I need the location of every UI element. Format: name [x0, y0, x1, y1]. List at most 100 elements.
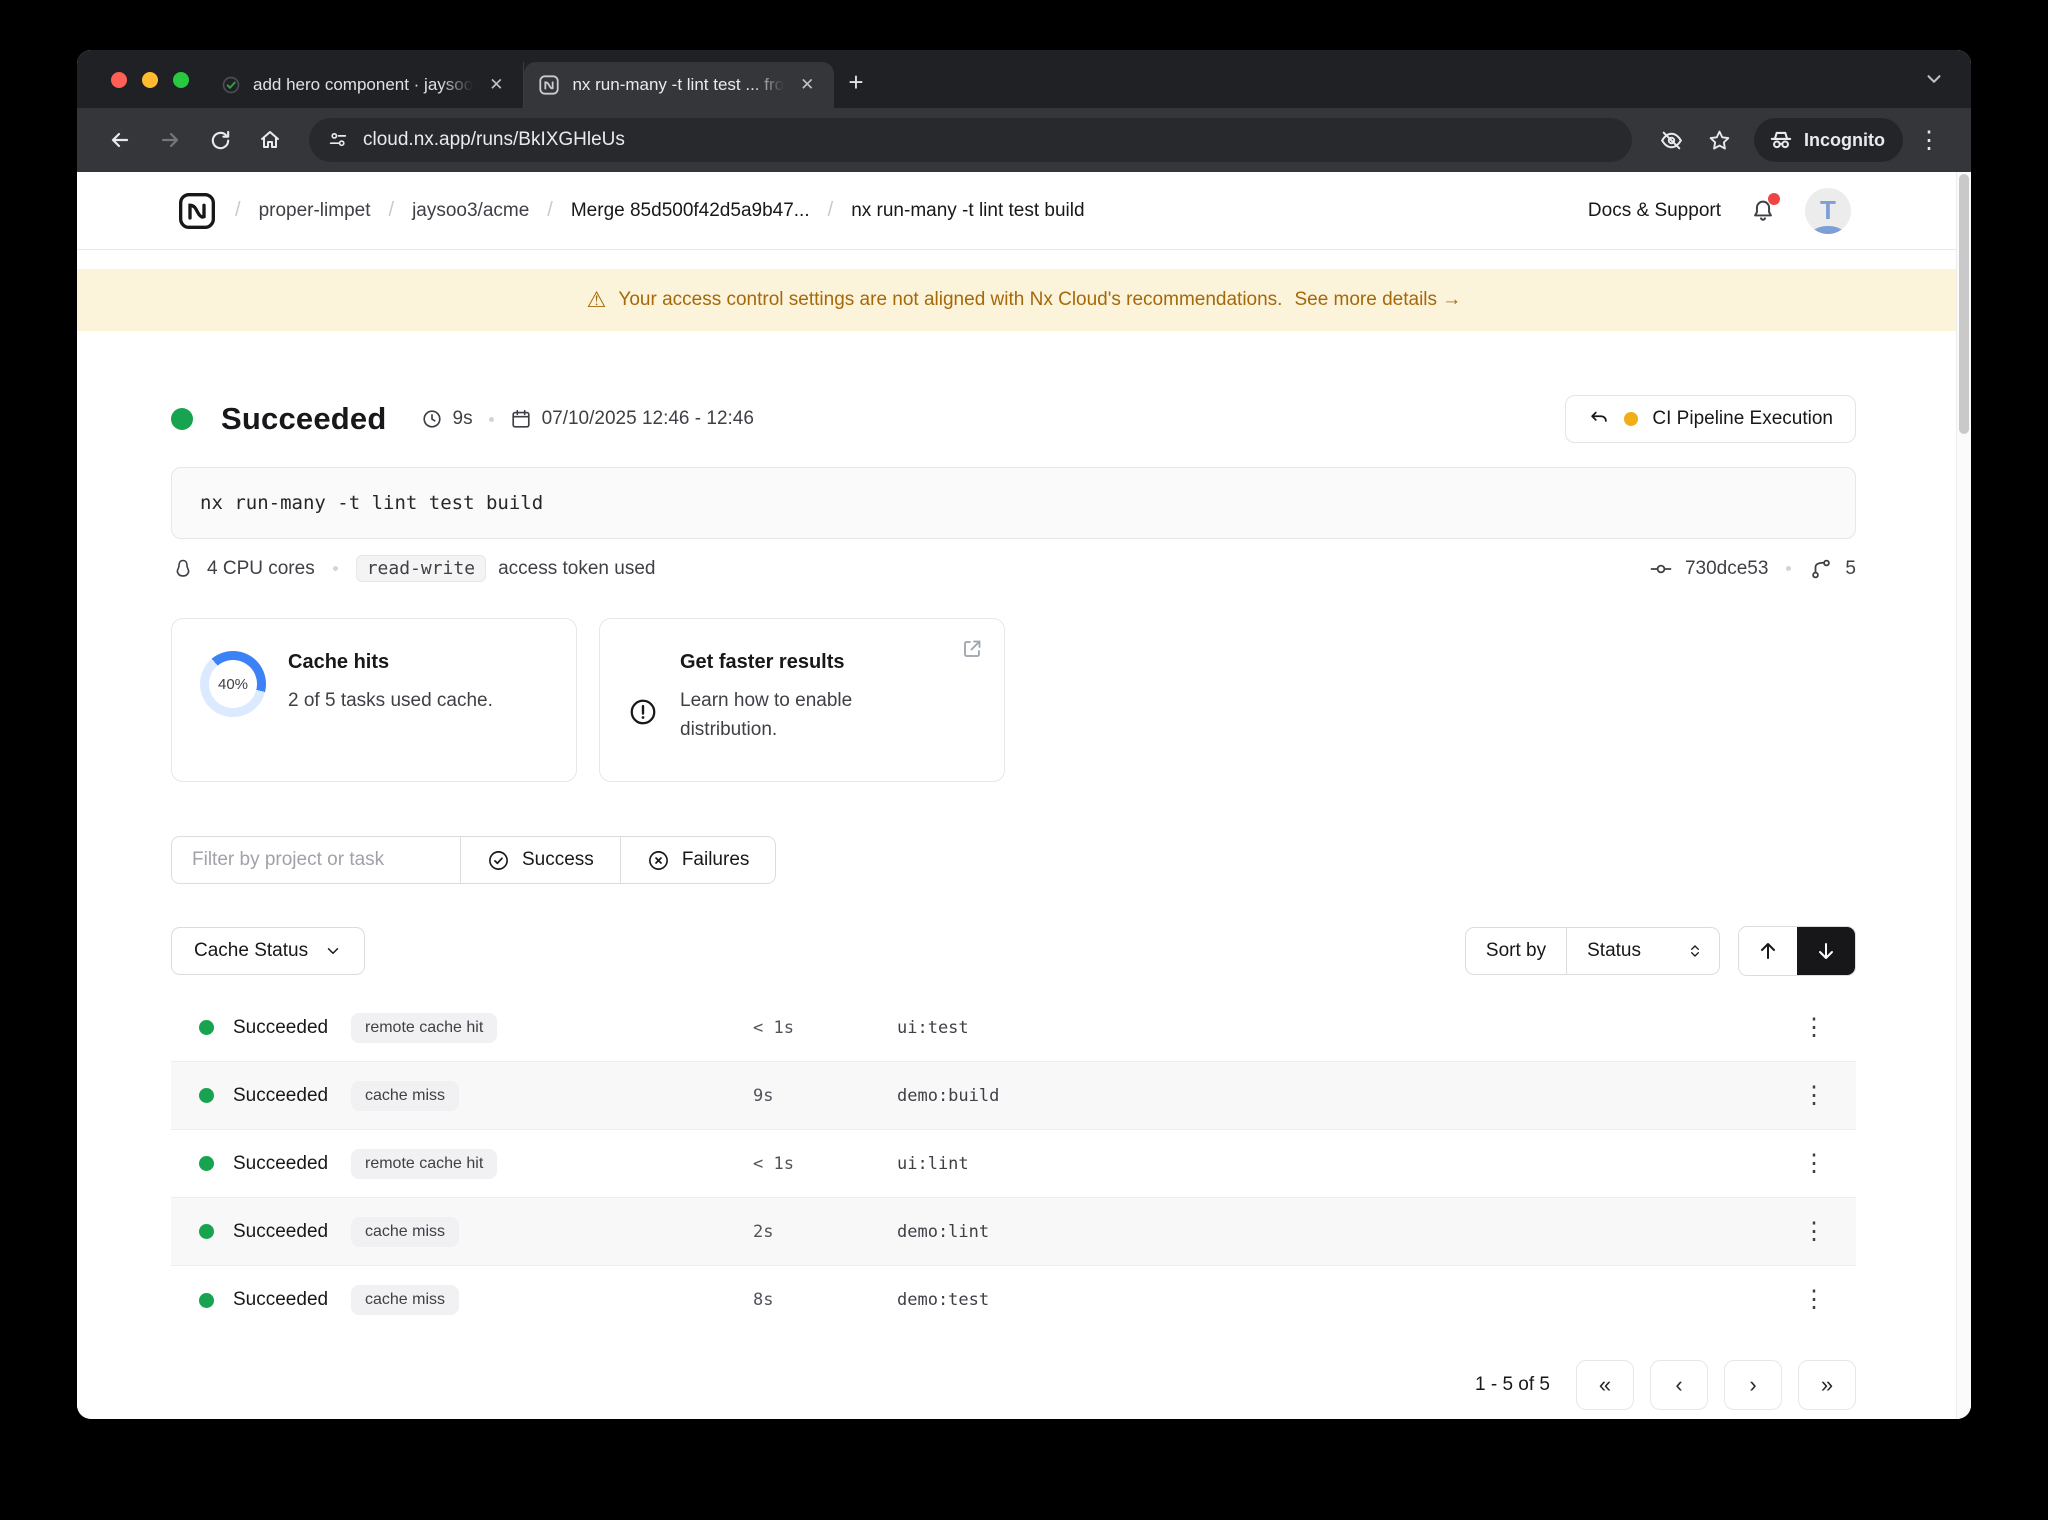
cache-badge: cache miss: [351, 1216, 460, 1247]
browser-menu-button[interactable]: ⋮: [1909, 126, 1949, 155]
browser-toolbar: cloud.nx.app/runs/BkIXGHleUs Incognito ⋮: [77, 108, 1971, 172]
close-tab-icon[interactable]: ✕: [796, 73, 818, 97]
breadcrumb-repo[interactable]: jaysoo3/acme: [412, 200, 529, 222]
url-bar[interactable]: cloud.nx.app/runs/BkIXGHleUs: [309, 118, 1633, 162]
window-controls[interactable]: [111, 72, 189, 88]
row-task[interactable]: demo:build: [897, 1086, 999, 1106]
row-task[interactable]: demo:lint: [897, 1222, 989, 1242]
task-filter-group: Success Failures: [171, 836, 777, 884]
clock-icon: [422, 410, 441, 428]
avatar-initial: T: [1820, 195, 1836, 225]
url-text[interactable]: cloud.nx.app/runs/BkIXGHleUs: [363, 129, 625, 151]
bookmark-star-icon[interactable]: [1698, 119, 1740, 161]
minimize-window-button[interactable]: [142, 72, 158, 88]
scrollbar-thumb[interactable]: [1959, 174, 1969, 434]
prev-page-button[interactable]: ‹: [1650, 1360, 1708, 1410]
back-button[interactable]: [99, 119, 141, 161]
filter-failures-button[interactable]: Failures: [619, 837, 776, 883]
sort-field-select[interactable]: Status: [1566, 928, 1719, 974]
table-row[interactable]: Succeeded cache miss 9s demo:build ⋮: [171, 1062, 1856, 1130]
run-date-range: 07/10/2025 12:46 - 12:46: [541, 408, 754, 429]
table-row[interactable]: Succeeded remote cache hit < 1s ui:test …: [171, 994, 1856, 1062]
table-row[interactable]: Succeeded cache miss 2s demo:lint ⋮: [171, 1198, 1856, 1266]
filter-success-button[interactable]: Success: [460, 837, 620, 883]
calendar-icon: [511, 409, 530, 428]
sort-direction-toggle: [1738, 926, 1856, 976]
incognito-icon: [1770, 131, 1792, 149]
first-page-button[interactable]: «: [1576, 1360, 1634, 1410]
incognito-badge: Incognito: [1754, 118, 1903, 162]
page-content: / proper-limpet / jaysoo3/acme / Merge 8…: [77, 172, 1971, 1419]
warning-icon: ⚠: [586, 287, 607, 312]
sort-control: Sort by Status: [1464, 927, 1720, 975]
breadcrumb-workspace[interactable]: proper-limpet: [259, 200, 371, 222]
home-button[interactable]: [249, 119, 291, 161]
row-task[interactable]: ui:test: [897, 1018, 969, 1038]
cache-hits-donut: 40%: [200, 651, 266, 717]
sort-field-value: Status: [1587, 940, 1641, 961]
next-page-button[interactable]: ›: [1724, 1360, 1782, 1410]
commit-sha[interactable]: 730dce53: [1685, 558, 1768, 580]
tab-nx-run[interactable]: nx run-many -t lint test ... fro ✕: [524, 62, 835, 108]
filter-input[interactable]: [172, 837, 460, 883]
docs-support-link[interactable]: Docs & Support: [1588, 200, 1721, 222]
page-scrollbar[interactable]: [1956, 172, 1971, 1419]
row-menu-button[interactable]: ⋮: [1794, 1148, 1834, 1180]
row-menu-button[interactable]: ⋮: [1794, 1284, 1834, 1316]
eye-slash-icon[interactable]: [1650, 119, 1692, 161]
status-dot: [199, 1156, 214, 1171]
row-task[interactable]: demo:test: [897, 1290, 989, 1310]
sort-by-label: Sort by: [1485, 940, 1547, 961]
row-status: Succeeded: [233, 1016, 329, 1038]
commit-icon: [1650, 564, 1672, 573]
row-menu-button[interactable]: ⋮: [1794, 1012, 1834, 1044]
card-title: Cache hits: [288, 651, 390, 673]
browser-window: add hero component · jaysoo ✕ nx run-man…: [77, 50, 1971, 1419]
close-tab-icon[interactable]: ✕: [485, 73, 507, 97]
cache-status-dropdown[interactable]: Cache Status: [171, 927, 366, 975]
sort-ascending-button[interactable]: [1739, 927, 1797, 975]
branch-icon: [1812, 559, 1831, 578]
last-page-button[interactable]: »: [1798, 1360, 1856, 1410]
arrow-down-icon: [1819, 943, 1833, 959]
branch-count[interactable]: 5: [1845, 558, 1856, 580]
forward-button[interactable]: [149, 119, 191, 161]
table-row[interactable]: Succeeded remote cache hit < 1s ui:lint …: [171, 1130, 1856, 1198]
status-dot: [199, 1020, 214, 1035]
card-subtitle: 2 of 5 tasks used cache.: [288, 690, 493, 711]
run-meta-line: 4 CPU cores read-write access token used…: [171, 555, 1856, 582]
row-duration: 9s: [753, 1085, 774, 1106]
tab-pull-request[interactable]: add hero component · jaysoo ✕: [207, 62, 525, 108]
site-settings-icon[interactable]: [327, 129, 349, 151]
tab-search-button[interactable]: [1923, 68, 1945, 90]
close-window-button[interactable]: [111, 72, 127, 88]
row-duration: < 1s: [753, 1153, 794, 1174]
notifications-button[interactable]: [1749, 192, 1780, 225]
banner-message: Your access control settings are not ali…: [618, 289, 1283, 310]
row-menu-button[interactable]: ⋮: [1794, 1080, 1834, 1112]
row-task[interactable]: ui:lint: [897, 1154, 969, 1174]
banner-see-more-link[interactable]: See more details →: [1294, 289, 1461, 311]
nx-logo-icon[interactable]: [177, 191, 217, 231]
breadcrumb-separator: /: [388, 199, 395, 221]
status-dot: [199, 1224, 214, 1239]
table-row[interactable]: Succeeded cache miss 8s demo:test ⋮: [171, 1266, 1856, 1334]
maximize-window-button[interactable]: [173, 72, 189, 88]
row-menu-button[interactable]: ⋮: [1794, 1216, 1834, 1248]
notification-dot: [1768, 192, 1780, 205]
breadcrumb-run[interactable]: nx run-many -t lint test build: [851, 200, 1084, 222]
breadcrumb-merge[interactable]: Merge 85d500f42d5a9b47...: [571, 200, 810, 222]
new-tab-button[interactable]: +: [848, 67, 863, 98]
check-circle-icon: [489, 850, 508, 870]
ci-pipeline-execution-button[interactable]: CI Pipeline Execution: [1565, 395, 1856, 443]
external-link-icon[interactable]: [960, 637, 984, 661]
card-body: Learn how to enable distribution.: [680, 690, 853, 741]
row-status: Succeeded: [233, 1289, 329, 1310]
sort-descending-button[interactable]: [1797, 927, 1855, 975]
faster-results-card[interactable]: Get faster results Learn how to enable d…: [599, 618, 1005, 782]
status-dot: [171, 408, 193, 430]
avatar[interactable]: T: [1805, 187, 1851, 234]
row-status: Succeeded: [233, 1084, 329, 1106]
reload-button[interactable]: [199, 119, 241, 161]
pipeline-button-label: CI Pipeline Execution: [1652, 408, 1833, 429]
